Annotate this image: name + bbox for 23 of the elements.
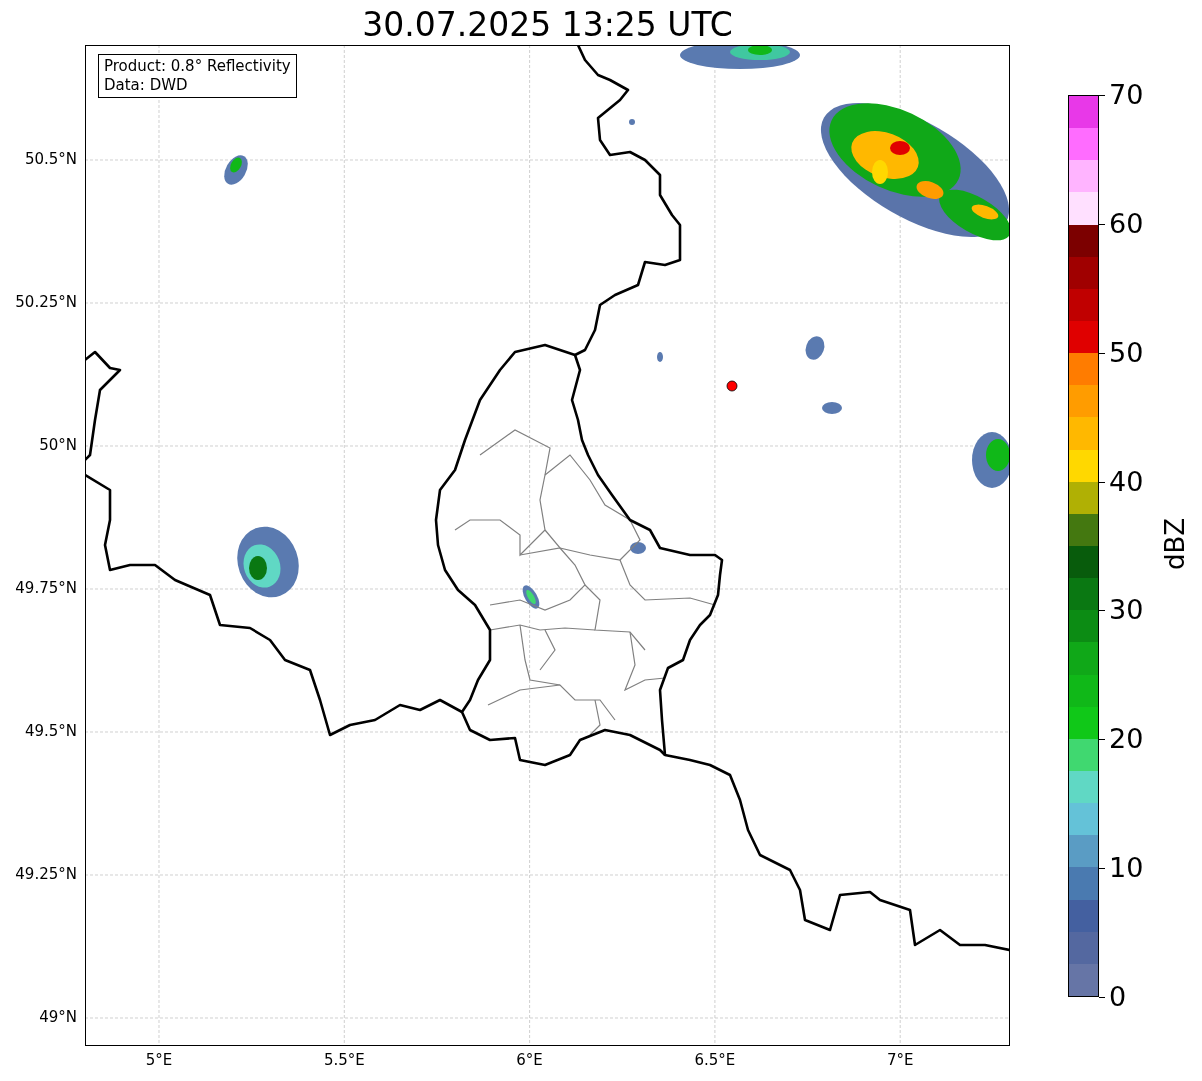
colorbar-label: dBZ xyxy=(1162,516,1188,573)
colorbar-tick-label: 40 xyxy=(1109,467,1144,495)
colorbar-tick-label: 10 xyxy=(1109,854,1144,882)
latitude-label: 50.5°N xyxy=(24,152,77,167)
latitude-label: 50.25°N xyxy=(15,295,77,310)
colorbar-tick-label: 30 xyxy=(1109,596,1144,624)
latitude-label: 49.5°N xyxy=(24,724,77,739)
colorbar-tick-label: 50 xyxy=(1109,338,1144,366)
latitude-label: 49.25°N xyxy=(15,867,77,882)
longitude-label: 5°E xyxy=(145,1053,173,1068)
colorbar-tick-label: 20 xyxy=(1109,725,1144,753)
latitude-label: 49.75°N xyxy=(15,581,77,596)
longitude-label: 5.5°E xyxy=(323,1053,365,1068)
info-box: Product: 0.8° Reflectivity Data: DWD xyxy=(98,54,297,98)
figure-title: 30.07.2025 13:25 UTC xyxy=(362,8,733,45)
longitude-label: 7°E xyxy=(886,1053,914,1068)
latitude-label: 50°N xyxy=(39,438,77,453)
colorbar-tick-label: 60 xyxy=(1109,209,1144,237)
colorbar-tick-label: 0 xyxy=(1109,983,1127,1010)
latitude-label: 49°N xyxy=(39,1010,77,1025)
longitude-label: 6.5°E xyxy=(694,1053,736,1068)
longitude-label: 6°E xyxy=(516,1053,543,1068)
colorbar-tick-label: 70 xyxy=(1109,81,1144,108)
